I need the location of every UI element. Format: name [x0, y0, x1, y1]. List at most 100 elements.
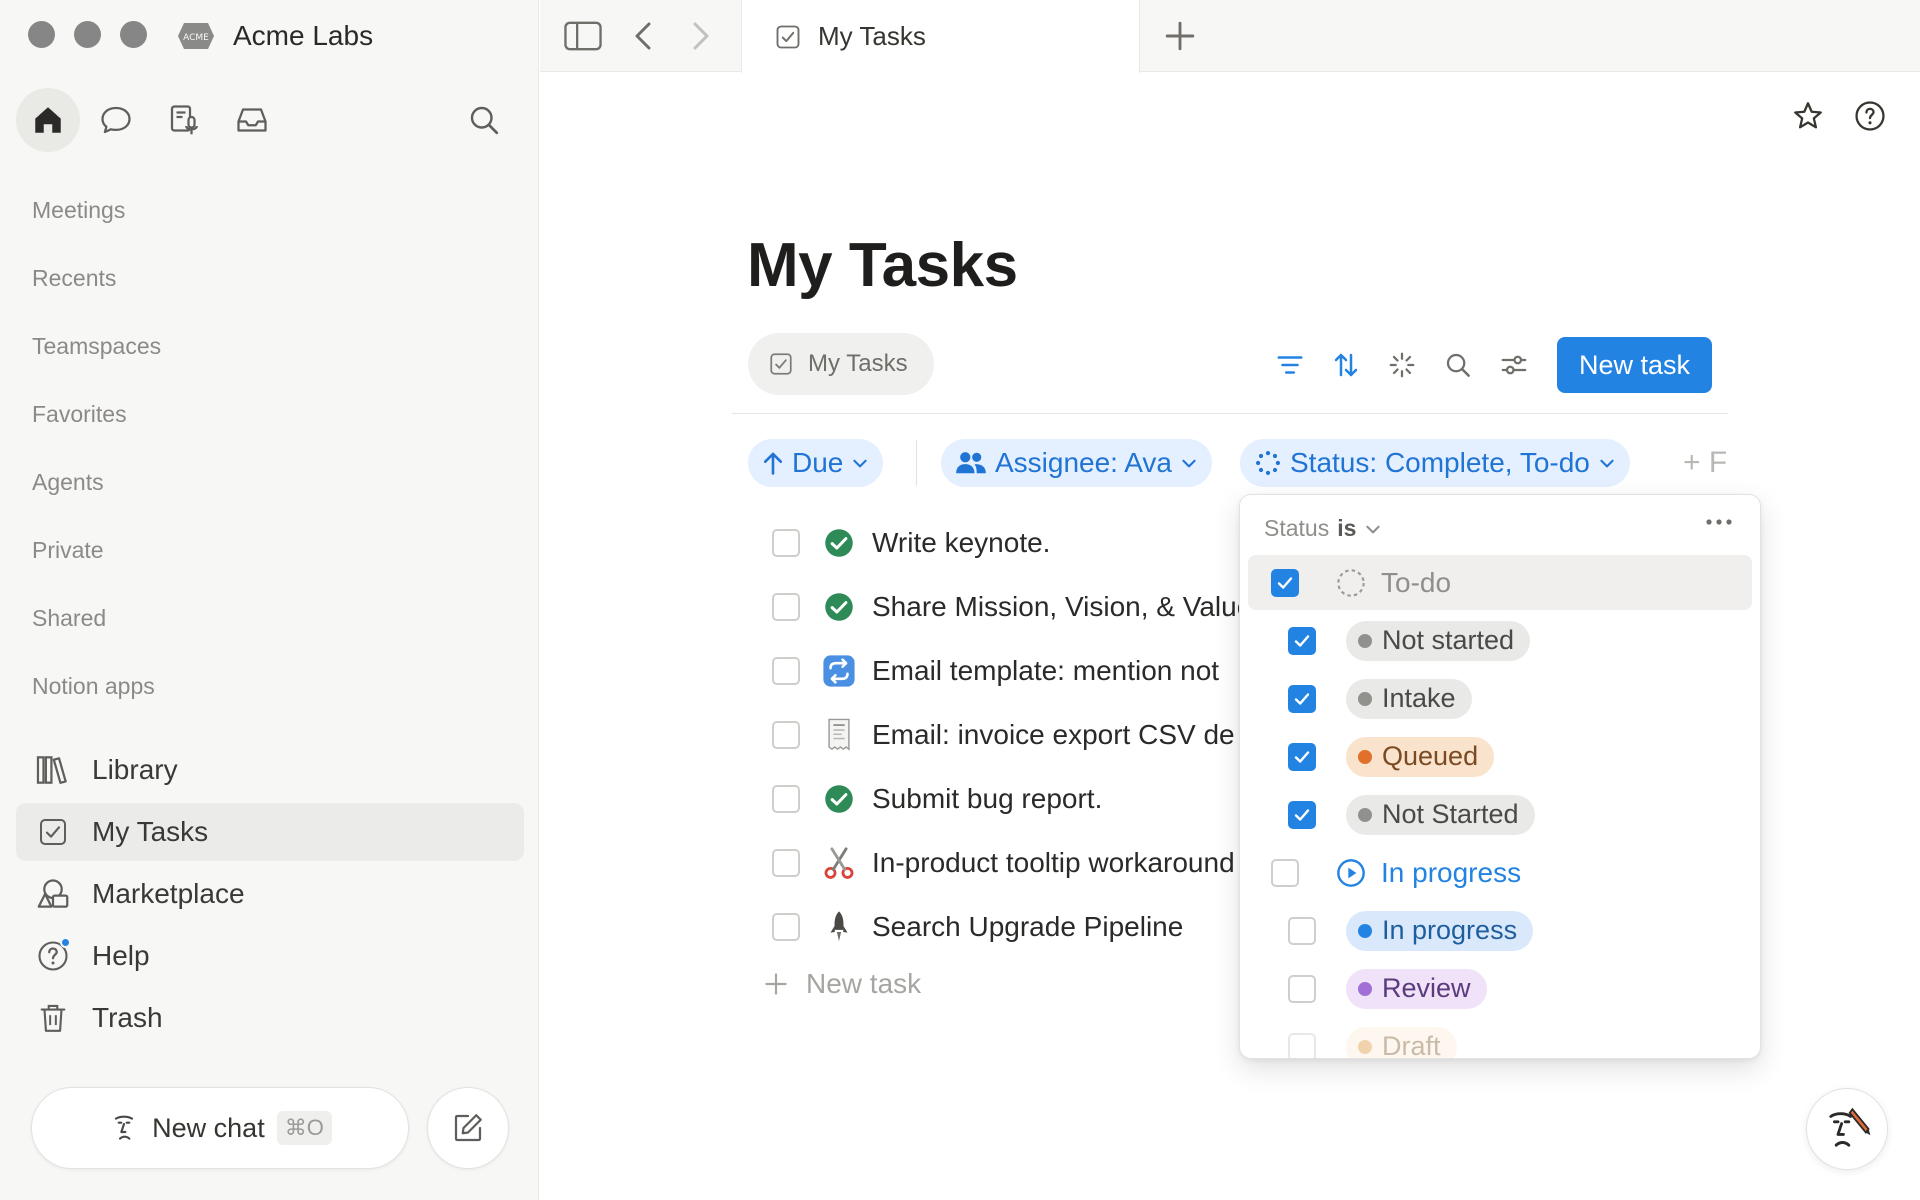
status-option-label: Queued: [1382, 741, 1479, 771]
task-row[interactable]: Share Mission, Vision, & Values: [772, 583, 1240, 631]
status-dot: [1358, 981, 1372, 996]
status-dot: [1358, 691, 1372, 706]
check-circle-icon: [822, 782, 856, 816]
status-dot: [1358, 807, 1372, 822]
task-checkbox[interactable]: [772, 849, 800, 877]
scissors-icon: [822, 846, 856, 880]
task-row[interactable]: Email template: mention not: [772, 647, 1219, 695]
ai-face-icon: [1820, 1102, 1874, 1156]
more-options-icon[interactable]: [1704, 517, 1734, 527]
dashed-circle-icon: [1335, 567, 1367, 599]
status-option-in-progress-group[interactable]: In progress: [1248, 845, 1752, 900]
status-option-label: Not started: [1382, 625, 1515, 655]
status-option-checkbox[interactable]: [1288, 974, 1316, 1003]
status-pill: Not Started: [1346, 794, 1535, 835]
new-task-button[interactable]: New task: [1557, 337, 1712, 393]
status-dot: [1358, 1039, 1372, 1054]
filter-icon[interactable]: [1272, 345, 1308, 385]
task-checkbox[interactable]: [772, 785, 800, 813]
task-title: In-product tooltip workaround: [872, 847, 1235, 878]
status-dot: [1358, 633, 1372, 648]
status-dot: [1358, 923, 1372, 938]
task-row[interactable]: Email: invoice export CSV de: [772, 711, 1235, 759]
automation-sparkle-icon[interactable]: [1384, 345, 1420, 385]
status-condition-operator: is: [1337, 515, 1357, 541]
task-title: Write keynote.: [872, 527, 1051, 558]
status-option-checkbox[interactable]: [1271, 568, 1299, 597]
status-filter-dropdown: Status is To-do Not started Intake Queue…: [1239, 494, 1761, 1059]
help-icon[interactable]: [1850, 96, 1890, 136]
search-icon[interactable]: [1440, 345, 1476, 385]
page-top-actions: [1788, 96, 1890, 136]
status-option-checkbox[interactable]: [1288, 742, 1316, 771]
status-option-not-started-2[interactable]: Not Started: [1248, 787, 1752, 842]
receipt-icon: [822, 718, 856, 752]
task-checkbox[interactable]: [772, 529, 800, 557]
favorite-star-icon[interactable]: [1788, 96, 1828, 136]
status-filter-chip[interactable]: Status: Complete, To-do: [1240, 439, 1630, 487]
task-row[interactable]: In-product tooltip workaround: [772, 839, 1235, 887]
status-option-label: In progress: [1381, 856, 1522, 888]
status-condition-selector[interactable]: Status is: [1264, 515, 1382, 542]
task-checkbox[interactable]: [772, 593, 800, 621]
play-circle-icon: [1335, 857, 1367, 889]
in-progress-group-label-wrap: In progress: [1335, 857, 1521, 889]
status-option-draft[interactable]: Draft: [1248, 1019, 1752, 1059]
task-list: Write keynote. Share Mission, Vision, & …: [0, 0, 1240, 1200]
todo-group-label-wrap: To-do: [1335, 567, 1451, 599]
status-pill: Draft: [1346, 1026, 1457, 1059]
status-option-checkbox[interactable]: [1271, 858, 1299, 887]
task-title: Email template: mention not: [872, 655, 1220, 686]
status-option-label: Not Started: [1382, 799, 1519, 829]
status-option-checkbox[interactable]: [1288, 626, 1316, 655]
status-pill: Intake: [1346, 678, 1472, 719]
task-title: Search Upgrade Pipeline: [872, 911, 1184, 942]
status-pill: Queued: [1346, 736, 1495, 777]
task-row[interactable]: Write keynote.: [772, 519, 1050, 567]
status-pill: In progress: [1346, 910, 1534, 951]
new-task-row[interactable]: New task: [764, 968, 921, 1000]
repeat-icon: [822, 654, 856, 688]
status-option-queued[interactable]: Queued: [1248, 729, 1752, 784]
task-title: Email: invoice export CSV de: [872, 719, 1235, 750]
check-circle-icon: [822, 526, 856, 560]
status-option-review[interactable]: Review: [1248, 961, 1752, 1016]
check-circle-icon: [822, 590, 856, 624]
view-settings-sliders-icon[interactable]: [1496, 345, 1532, 385]
status-option-checkbox[interactable]: [1288, 684, 1316, 713]
status-option-checkbox[interactable]: [1288, 916, 1316, 945]
status-option-todo-group[interactable]: To-do: [1248, 555, 1752, 610]
status-option-label: In progress: [1382, 915, 1518, 945]
rocket-icon: [822, 910, 856, 944]
status-option-label: To-do: [1381, 566, 1452, 598]
status-pill: Review: [1346, 968, 1487, 1009]
plus-icon: [764, 972, 788, 996]
task-row[interactable]: Submit bug report.: [772, 775, 1102, 823]
status-option-intake[interactable]: Intake: [1248, 671, 1752, 726]
status-dot: [1358, 749, 1372, 764]
status-option-label: Intake: [1382, 683, 1456, 713]
task-title: Share Mission, Vision, & Values: [872, 591, 1240, 622]
status-option-label: Draft: [1382, 1031, 1441, 1059]
status-option-in-progress[interactable]: In progress: [1248, 903, 1752, 958]
chevron-down-icon: [1364, 520, 1382, 538]
status-option-label: Review: [1382, 973, 1471, 1003]
task-checkbox[interactable]: [772, 657, 800, 685]
chevron-down-icon: [1598, 454, 1616, 472]
new-task-row-label: New task: [806, 968, 922, 999]
status-condition-property: Status: [1264, 515, 1330, 541]
status-option-checkbox[interactable]: [1288, 1032, 1316, 1058]
status-option-checkbox[interactable]: [1288, 800, 1316, 829]
status-pill: Not started: [1346, 620, 1531, 661]
add-filter-button[interactable]: + F: [1683, 446, 1727, 480]
status-loader-icon: [1254, 449, 1282, 477]
status-filter-label: Status: Complete, To-do: [1290, 447, 1590, 478]
ai-assistant-button[interactable]: [1806, 1088, 1888, 1170]
status-option-not-started[interactable]: Not started: [1248, 613, 1752, 668]
task-title: Submit bug report.: [872, 783, 1103, 814]
task-checkbox[interactable]: [772, 913, 800, 941]
view-toolbar: [1272, 345, 1532, 385]
sort-icon[interactable]: [1328, 345, 1364, 385]
task-checkbox[interactable]: [772, 721, 800, 749]
task-row[interactable]: Search Upgrade Pipeline: [772, 903, 1183, 951]
